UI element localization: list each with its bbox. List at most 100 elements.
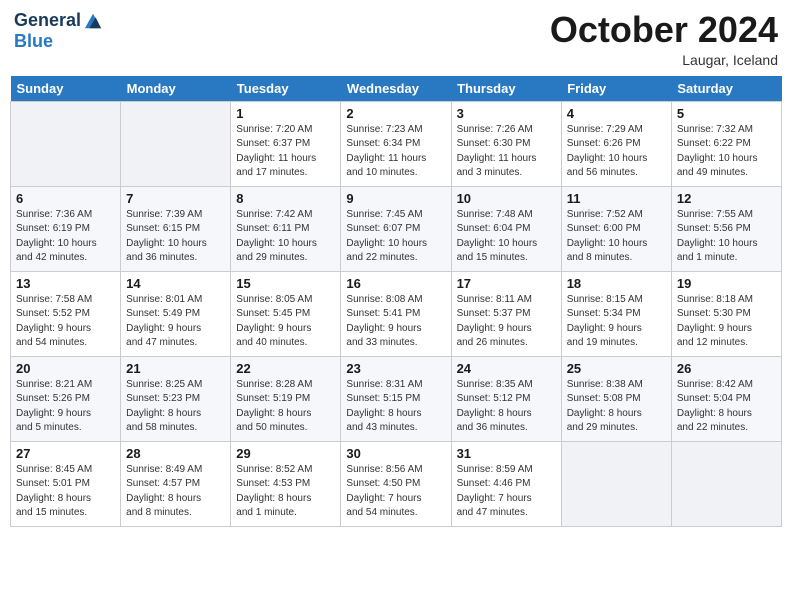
calendar-cell: 4 Sunrise: 7:29 AM Sunset: 6:26 PM Daylig… bbox=[561, 101, 671, 186]
day-info: Sunrise: 8:11 AM Sunset: 5:37 PM Dayligh… bbox=[457, 293, 556, 351]
day-number: 11 bbox=[567, 191, 666, 206]
day-info: Sunrise: 8:45 AM Sunset: 5:01 PM Dayligh… bbox=[16, 463, 115, 521]
day-info: Sunrise: 7:55 AM Sunset: 5:56 PM Dayligh… bbox=[677, 208, 776, 266]
day-info: Sunrise: 8:38 AM Sunset: 5:08 PM Dayligh… bbox=[567, 378, 666, 436]
day-number: 21 bbox=[126, 361, 225, 376]
calendar-cell: 6Sunrise: 7:36 AM Sunset: 6:19 PM Daylig… bbox=[11, 186, 121, 271]
day-info: Sunrise: 8:42 AM Sunset: 5:04 PM Dayligh… bbox=[677, 378, 776, 436]
day-info: Sunrise: 7:48 AM Sunset: 6:04 PM Dayligh… bbox=[457, 208, 556, 266]
calendar-cell bbox=[561, 441, 671, 526]
day-number: 2 bbox=[346, 106, 445, 121]
day-number: 25 bbox=[567, 361, 666, 376]
calendar-cell: 23 Sunrise: 8:31 AM Sunset: 5:15 PM Dayli… bbox=[341, 356, 451, 441]
day-info: Sunrise: 7:32 AM Sunset: 6:22 PM Dayligh… bbox=[677, 123, 776, 181]
day-info: Sunrise: 8:18 AM Sunset: 5:30 PM Dayligh… bbox=[677, 293, 776, 351]
calendar-cell bbox=[121, 101, 231, 186]
day-info: Sunrise: 8:15 AM Sunset: 5:34 PM Dayligh… bbox=[567, 293, 666, 351]
day-info: Sunrise: 8:59 AM Sunset: 4:46 PM Dayligh… bbox=[457, 463, 556, 521]
calendar-cell: 19 Sunrise: 8:18 AM Sunset: 5:30 PM Dayli… bbox=[671, 271, 781, 356]
day-info: Sunrise: 8:56 AM Sunset: 4:50 PM Dayligh… bbox=[346, 463, 445, 521]
title-area: October 2024 Laugar, Iceland bbox=[550, 10, 778, 68]
day-number: 18 bbox=[567, 276, 666, 291]
day-number: 19 bbox=[677, 276, 776, 291]
day-number: 12 bbox=[677, 191, 776, 206]
calendar-cell: 29 Sunrise: 8:52 AM Sunset: 4:53 PM Dayli… bbox=[231, 441, 341, 526]
calendar-cell: 17 Sunrise: 8:11 AM Sunset: 5:37 PM Dayli… bbox=[451, 271, 561, 356]
day-info: Sunrise: 8:28 AM Sunset: 5:19 PM Dayligh… bbox=[236, 378, 335, 436]
day-info: Sunrise: 8:08 AM Sunset: 5:41 PM Dayligh… bbox=[346, 293, 445, 351]
calendar-cell: 10 Sunrise: 7:48 AM Sunset: 6:04 PM Dayli… bbox=[451, 186, 561, 271]
day-info: Sunrise: 8:35 AM Sunset: 5:12 PM Dayligh… bbox=[457, 378, 556, 436]
logo-blue-text: Blue bbox=[14, 31, 103, 52]
day-number: 8 bbox=[236, 191, 335, 206]
day-number: 15 bbox=[236, 276, 335, 291]
day-number: 5 bbox=[677, 106, 776, 121]
calendar-cell: 2 Sunrise: 7:23 AM Sunset: 6:34 PM Daylig… bbox=[341, 101, 451, 186]
day-number: 23 bbox=[346, 361, 445, 376]
calendar-cell: 20Sunrise: 8:21 AM Sunset: 5:26 PM Dayli… bbox=[11, 356, 121, 441]
day-number: 4 bbox=[567, 106, 666, 121]
weekday-header-friday: Friday bbox=[561, 76, 671, 102]
calendar-cell: 7 Sunrise: 7:39 AM Sunset: 6:15 PM Daylig… bbox=[121, 186, 231, 271]
day-info: Sunrise: 8:25 AM Sunset: 5:23 PM Dayligh… bbox=[126, 378, 225, 436]
day-number: 1 bbox=[236, 106, 335, 121]
day-info: Sunrise: 7:39 AM Sunset: 6:15 PM Dayligh… bbox=[126, 208, 225, 266]
day-number: 24 bbox=[457, 361, 556, 376]
calendar-week-4: 20Sunrise: 8:21 AM Sunset: 5:26 PM Dayli… bbox=[11, 356, 782, 441]
calendar-cell: 22Sunrise: 8:28 AM Sunset: 5:19 PM Dayli… bbox=[231, 356, 341, 441]
calendar-week-5: 27 Sunrise: 8:45 AM Sunset: 5:01 PM Dayli… bbox=[11, 441, 782, 526]
calendar-week-2: 6Sunrise: 7:36 AM Sunset: 6:19 PM Daylig… bbox=[11, 186, 782, 271]
weekday-header-thursday: Thursday bbox=[451, 76, 561, 102]
day-number: 10 bbox=[457, 191, 556, 206]
weekday-header-sunday: Sunday bbox=[11, 76, 121, 102]
day-number: 30 bbox=[346, 446, 445, 461]
day-number: 29 bbox=[236, 446, 335, 461]
weekday-header-tuesday: Tuesday bbox=[231, 76, 341, 102]
day-info: Sunrise: 8:52 AM Sunset: 4:53 PM Dayligh… bbox=[236, 463, 335, 521]
day-info: Sunrise: 7:20 AM Sunset: 6:37 PM Dayligh… bbox=[236, 123, 335, 181]
calendar-cell: 1 Sunrise: 7:20 AM Sunset: 6:37 PM Daylig… bbox=[231, 101, 341, 186]
day-info: Sunrise: 7:45 AM Sunset: 6:07 PM Dayligh… bbox=[346, 208, 445, 266]
month-title: October 2024 bbox=[550, 10, 778, 50]
day-info: Sunrise: 8:31 AM Sunset: 5:15 PM Dayligh… bbox=[346, 378, 445, 436]
day-number: 16 bbox=[346, 276, 445, 291]
weekday-header-monday: Monday bbox=[121, 76, 231, 102]
weekday-header-wednesday: Wednesday bbox=[341, 76, 451, 102]
day-info: Sunrise: 7:52 AM Sunset: 6:00 PM Dayligh… bbox=[567, 208, 666, 266]
calendar-cell: 5 Sunrise: 7:32 AM Sunset: 6:22 PM Daylig… bbox=[671, 101, 781, 186]
calendar-cell: 3Sunrise: 7:26 AM Sunset: 6:30 PM Daylig… bbox=[451, 101, 561, 186]
logo: General Blue bbox=[14, 10, 103, 52]
calendar-cell: 18 Sunrise: 8:15 AM Sunset: 5:34 PM Dayli… bbox=[561, 271, 671, 356]
calendar-cell: 27 Sunrise: 8:45 AM Sunset: 5:01 PM Dayli… bbox=[11, 441, 121, 526]
day-number: 28 bbox=[126, 446, 225, 461]
day-number: 9 bbox=[346, 191, 445, 206]
day-info: Sunrise: 7:42 AM Sunset: 6:11 PM Dayligh… bbox=[236, 208, 335, 266]
calendar-cell: 28Sunrise: 8:49 AM Sunset: 4:57 PM Dayli… bbox=[121, 441, 231, 526]
day-number: 26 bbox=[677, 361, 776, 376]
calendar-cell: 26 Sunrise: 8:42 AM Sunset: 5:04 PM Dayli… bbox=[671, 356, 781, 441]
calendar-cell: 21 Sunrise: 8:25 AM Sunset: 5:23 PM Dayli… bbox=[121, 356, 231, 441]
day-number: 13 bbox=[16, 276, 115, 291]
day-info: Sunrise: 8:05 AM Sunset: 5:45 PM Dayligh… bbox=[236, 293, 335, 351]
day-info: Sunrise: 7:26 AM Sunset: 6:30 PM Dayligh… bbox=[457, 123, 556, 181]
day-info: Sunrise: 7:23 AM Sunset: 6:34 PM Dayligh… bbox=[346, 123, 445, 181]
calendar-cell: 15 Sunrise: 8:05 AM Sunset: 5:45 PM Dayli… bbox=[231, 271, 341, 356]
calendar-cell: 11 Sunrise: 7:52 AM Sunset: 6:00 PM Dayli… bbox=[561, 186, 671, 271]
weekday-header-saturday: Saturday bbox=[671, 76, 781, 102]
logo-general-text: General bbox=[14, 10, 81, 31]
day-number: 17 bbox=[457, 276, 556, 291]
calendar-cell: 14Sunrise: 8:01 AM Sunset: 5:49 PM Dayli… bbox=[121, 271, 231, 356]
calendar-cell: 25 Sunrise: 8:38 AM Sunset: 5:08 PM Dayli… bbox=[561, 356, 671, 441]
day-number: 27 bbox=[16, 446, 115, 461]
calendar-week-1: 1 Sunrise: 7:20 AM Sunset: 6:37 PM Daylig… bbox=[11, 101, 782, 186]
calendar-cell bbox=[11, 101, 121, 186]
day-info: Sunrise: 7:58 AM Sunset: 5:52 PM Dayligh… bbox=[16, 293, 115, 351]
day-number: 7 bbox=[126, 191, 225, 206]
calendar-cell: 31Sunrise: 8:59 AM Sunset: 4:46 PM Dayli… bbox=[451, 441, 561, 526]
calendar-week-3: 13 Sunrise: 7:58 AM Sunset: 5:52 PM Dayli… bbox=[11, 271, 782, 356]
location-subtitle: Laugar, Iceland bbox=[550, 52, 778, 68]
calendar-cell: 13 Sunrise: 7:58 AM Sunset: 5:52 PM Dayli… bbox=[11, 271, 121, 356]
page-header: General Blue October 2024 Laugar, Icelan… bbox=[10, 10, 782, 68]
day-info: Sunrise: 7:29 AM Sunset: 6:26 PM Dayligh… bbox=[567, 123, 666, 181]
calendar-cell: 12 Sunrise: 7:55 AM Sunset: 5:56 PM Dayli… bbox=[671, 186, 781, 271]
